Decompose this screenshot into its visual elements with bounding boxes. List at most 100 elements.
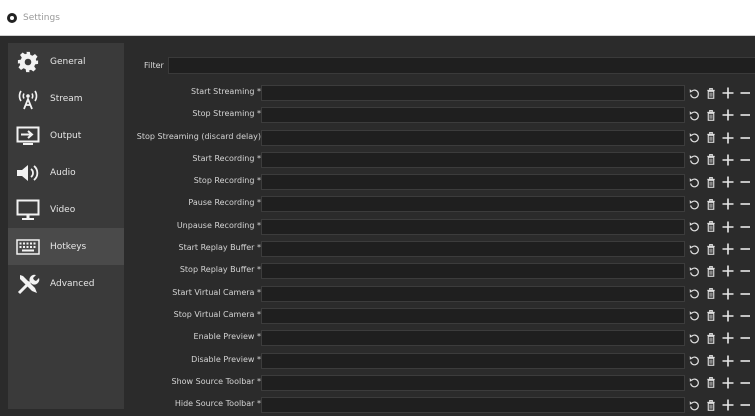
add-binding-button[interactable] [722,176,734,188]
revert-button[interactable] [689,244,700,255]
clear-button[interactable] [706,243,716,255]
remove-icon [740,109,750,121]
remove-icon [740,87,750,99]
add-binding-button[interactable] [722,377,734,389]
remove-binding-button[interactable] [740,355,750,367]
clear-button[interactable] [706,221,716,233]
add-binding-button[interactable] [722,265,734,277]
clear-button[interactable] [706,87,716,99]
remove-icon [740,332,750,344]
add-binding-button[interactable] [722,87,734,99]
revert-button[interactable] [689,132,700,143]
revert-button[interactable] [689,154,700,165]
settings-sidebar: General Stream Output Audio Video Hotkey… [8,43,124,409]
hotkey-input[interactable] [261,285,685,302]
revert-button[interactable] [689,333,700,344]
clear-button[interactable] [706,332,716,344]
remove-binding-button[interactable] [740,198,750,210]
hotkey-input[interactable] [261,352,685,369]
add-icon [722,198,734,210]
remove-binding-button[interactable] [740,87,750,99]
revert-button[interactable] [689,177,700,188]
revert-button[interactable] [689,400,700,411]
add-binding-button[interactable] [722,132,734,144]
remove-binding-button[interactable] [740,109,750,121]
clear-button[interactable] [706,310,716,322]
remove-binding-button[interactable] [740,332,750,344]
sidebar-item-advanced[interactable]: Advanced [8,265,124,302]
revert-icon [689,355,700,366]
remove-binding-button[interactable] [740,399,750,411]
hotkey-input[interactable] [261,374,685,391]
hotkey-label: Start Streaming * [191,87,261,96]
hotkey-input[interactable] [261,196,685,213]
remove-binding-button[interactable] [740,154,750,166]
clear-button[interactable] [706,132,716,143]
clear-button[interactable] [706,198,716,210]
clear-button[interactable] [706,154,716,166]
remove-icon [740,355,750,367]
hotkey-input[interactable] [261,330,685,347]
add-binding-button[interactable] [722,221,734,233]
revert-button[interactable] [689,221,700,232]
clear-button[interactable] [706,176,716,188]
remove-binding-button[interactable] [740,221,750,233]
add-binding-button[interactable] [722,198,734,210]
add-binding-button[interactable] [722,288,734,300]
revert-button[interactable] [689,88,700,99]
delete-icon [706,310,716,322]
hotkey-input[interactable] [261,107,685,124]
sidebar-item-hotkeys[interactable]: Hotkeys [8,228,124,265]
sidebar-item-general[interactable]: General [8,43,124,80]
clear-button[interactable] [706,265,716,277]
add-binding-button[interactable] [722,355,734,367]
hotkey-actions [689,262,750,280]
add-binding-button[interactable] [722,332,734,344]
add-binding-button[interactable] [722,310,734,322]
filter-input[interactable] [168,57,755,74]
clear-button[interactable] [706,288,716,299]
hotkey-input[interactable] [261,241,685,258]
clear-button[interactable] [706,355,716,366]
remove-binding-button[interactable] [740,243,750,255]
sidebar-item-audio[interactable]: Audio [8,154,124,191]
sidebar-item-stream[interactable]: Stream [8,80,124,117]
hotkey-input[interactable] [261,218,685,235]
hotkey-input[interactable] [261,174,685,191]
revert-button[interactable] [689,355,700,366]
remove-binding-button[interactable] [740,288,750,300]
clear-button[interactable] [706,109,716,121]
window-title: Settings [23,12,60,23]
remove-binding-button[interactable] [740,132,750,144]
revert-button[interactable] [689,377,700,388]
sidebar-item-video[interactable]: Video [8,191,124,228]
revert-button[interactable] [689,110,700,121]
hotkey-input[interactable] [261,129,685,146]
revert-button[interactable] [689,266,700,277]
add-binding-button[interactable] [722,109,734,121]
hotkey-input[interactable] [261,307,685,324]
add-binding-button[interactable] [722,399,734,411]
sidebar-item-label: Output [50,130,82,141]
revert-button[interactable] [689,199,700,210]
add-binding-button[interactable] [722,243,734,255]
obs-logo-icon [7,12,17,23]
hotkey-row: Show Source Toolbar * [124,372,755,394]
add-icon [722,154,734,166]
sidebar-item-output[interactable]: Output [8,117,124,154]
hotkey-input[interactable] [261,151,685,168]
remove-binding-button[interactable] [740,176,750,188]
remove-binding-button[interactable] [740,377,750,389]
revert-button[interactable] [689,288,700,299]
revert-button[interactable] [689,310,700,321]
remove-binding-button[interactable] [740,265,750,277]
remove-icon [740,377,750,389]
hotkey-input[interactable] [261,263,685,280]
clear-button[interactable] [706,399,716,411]
hotkey-label: Stop Replay Buffer * [179,265,261,275]
hotkey-input[interactable] [261,85,685,101]
clear-button[interactable] [706,377,716,389]
hotkey-input[interactable] [261,397,685,414]
add-binding-button[interactable] [722,154,734,166]
remove-binding-button[interactable] [740,310,750,322]
